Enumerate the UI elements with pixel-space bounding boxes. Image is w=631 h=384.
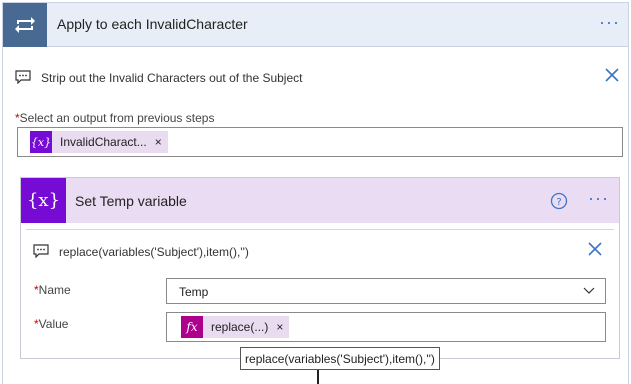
set-variable-title: Set Temp variable [75, 193, 187, 209]
close-icon[interactable] [604, 67, 620, 83]
help-circle-icon[interactable]: ? [550, 192, 568, 210]
value-label: *Value [34, 317, 68, 331]
value-label-text: Value [38, 317, 69, 331]
chevron-down-icon [583, 287, 595, 294]
select-output-label: *Select an output from previous steps [15, 111, 214, 125]
flow-connector-line [317, 370, 319, 384]
apply-to-each-title: Apply to each InvalidCharacter [57, 16, 248, 32]
remove-token-button[interactable]: × [276, 320, 289, 334]
select-output-field[interactable]: {x} InvalidCharact... × [17, 127, 623, 157]
replace-expression-token[interactable]: fx replace(...) × [181, 316, 290, 338]
set-variable-card: {x} Set Temp variable ? ··· replace(vari… [20, 177, 620, 359]
set-variable-header[interactable]: {x} Set Temp variable ? ··· [21, 178, 619, 223]
name-label: *Name [34, 283, 71, 297]
token-label: InvalidCharact... [60, 135, 147, 149]
expression-icon: fx [181, 316, 203, 338]
action-more-options-button[interactable]: ··· [588, 189, 609, 207]
invalid-character-token[interactable]: {x} InvalidCharact... × [30, 131, 168, 153]
select-output-label-text: Select an output from previous steps [19, 111, 215, 125]
apply-to-each-card: Apply to each InvalidCharacter ··· Strip… [2, 2, 629, 384]
variable-icon: {x} [21, 178, 66, 223]
name-dropdown-value: Temp [179, 285, 209, 299]
name-dropdown[interactable]: Temp [166, 278, 606, 304]
comment-icon [15, 70, 31, 84]
expression-tooltip: replace(variables('Subject'),item(),'') [240, 347, 440, 370]
loop-more-options-button[interactable]: ··· [599, 13, 620, 31]
apply-to-each-header[interactable]: Apply to each InvalidCharacter ··· [3, 3, 628, 47]
remove-token-button[interactable]: × [155, 135, 168, 149]
svg-text:?: ? [556, 197, 561, 208]
value-field[interactable]: fx replace(...) × [166, 312, 606, 342]
loop-arrows-icon [3, 3, 47, 47]
loop-comment-row: Strip out the Invalid Characters out of … [15, 67, 620, 89]
token-label: replace(...) [211, 320, 269, 334]
name-label-text: Name [38, 283, 71, 297]
loop-comment-text[interactable]: Strip out the Invalid Characters out of … [41, 71, 302, 85]
variable-icon: {x} [30, 131, 52, 153]
